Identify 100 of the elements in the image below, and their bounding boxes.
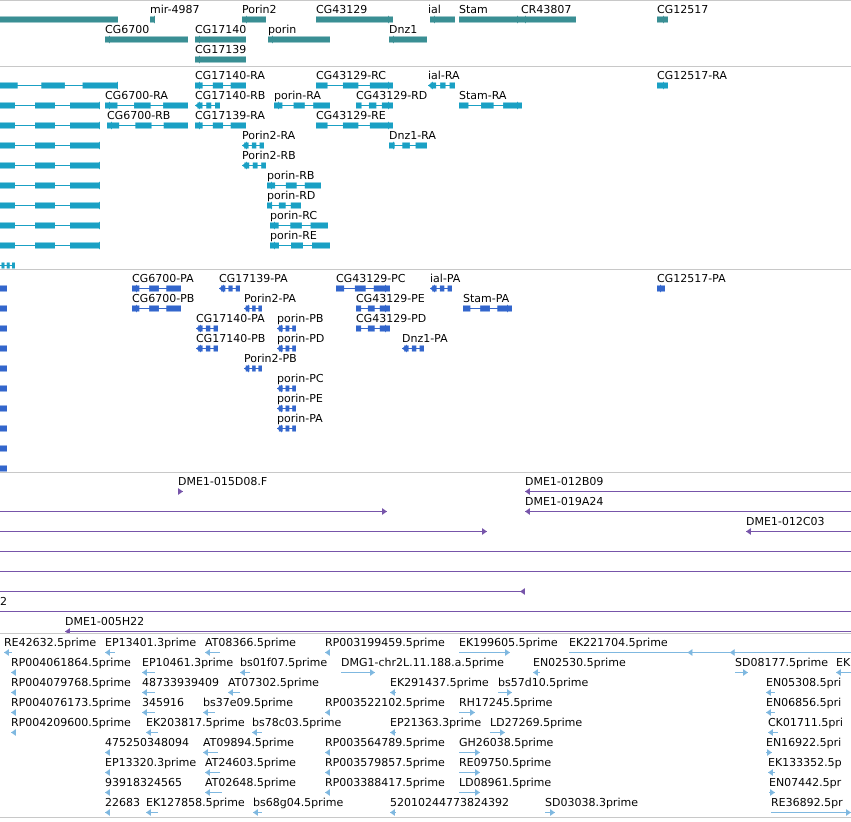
feature-label: CG6700	[105, 23, 150, 36]
feature-label: porin-RC	[270, 209, 318, 222]
feature-label: EN06856.5pri	[766, 696, 842, 709]
feature-label: DME1-012C03	[746, 515, 825, 528]
feature-label: 2	[0, 595, 7, 608]
feature-label: porin-PD	[277, 332, 324, 345]
feature-label: LD08961.5prime	[459, 776, 552, 789]
feature-label: Stam-PA	[463, 292, 510, 305]
feature-label: GH26038.5prime	[459, 736, 554, 749]
feature-label: porin-PB	[277, 312, 324, 325]
feature-label: 48733939409	[142, 676, 219, 689]
feature-label: DME1-005H22	[65, 615, 144, 628]
feature-label: CG17139-PA	[219, 272, 288, 285]
feature-label: Porin2	[242, 3, 277, 16]
feature-label: RE09750.5prime	[459, 756, 552, 769]
feature-label: Dnz1	[389, 23, 418, 36]
feature-label: CG6700-PA	[132, 272, 194, 285]
feature-label: DME1-012B09	[525, 475, 604, 488]
feature-label: EK203817.5prime	[146, 716, 245, 729]
feature-label: RE42632.5prime	[4, 636, 96, 649]
feature-label: Stam-RA	[459, 89, 506, 102]
feature-label: CG17139	[195, 43, 246, 56]
feature-label: CR43807	[521, 3, 572, 16]
feature-label: CG17140	[195, 23, 246, 36]
feature-label: bs57d10.5prime	[498, 676, 588, 689]
feature-label: EN16922.5pri	[766, 736, 842, 749]
feature-label: EP10461.3prime	[142, 656, 234, 669]
feature-label: porin-RE	[270, 229, 317, 242]
feature-label: CG43129-PE	[356, 292, 425, 305]
feature-label: CG43129	[316, 3, 368, 16]
feature-label: EP21363.3prime	[390, 716, 482, 729]
feature-label: porin-RB	[267, 169, 314, 182]
feature-label: EN07442.5pr	[769, 776, 842, 789]
feature-label: CG6700-RB	[107, 109, 170, 122]
feature-label: EK199605.5prime	[459, 636, 558, 649]
feature-label: DME1-015D08.F	[178, 475, 268, 488]
feature-label: CK01711.5pri	[768, 716, 843, 729]
feature-label: ial-RA	[428, 69, 460, 82]
feature-label: CG17140-RA	[195, 69, 265, 82]
feature-label: Dnz1-PA	[402, 332, 448, 345]
feature-label: 345916	[142, 696, 184, 709]
feature-label: EP13401.3prime	[105, 636, 196, 649]
feature-label: EK133352.5p	[768, 756, 842, 769]
feature-label: porin	[268, 23, 296, 36]
feature-label: RP004209600.5prime	[11, 716, 131, 729]
feature-label: RP003579857.5prime	[325, 756, 445, 769]
feature-label: RP003522102.5prime	[325, 696, 445, 709]
feature-label: CG12517-PA	[657, 272, 726, 285]
feature-label: Dnz1-RA	[389, 129, 436, 142]
feature-label: 52010244773824392	[390, 796, 509, 809]
feature-label: EN02530.5prime	[533, 656, 626, 669]
feature-label: EN05308.5pri	[766, 676, 842, 689]
feature-label: AT07302.5prime	[228, 676, 319, 689]
feature-label: CG6700-PB	[132, 292, 194, 305]
feature-label: mir-4987	[150, 3, 200, 16]
feature-label: EK127858.5prime	[146, 796, 245, 809]
feature-label: AT08366.5prime	[205, 636, 296, 649]
feature-label: Stam	[459, 3, 488, 16]
feature-label: CG6700-RA	[105, 89, 168, 102]
feature-label: Porin2-RB	[242, 149, 296, 162]
feature-label: CG17140-RB	[195, 89, 266, 102]
feature-label: RP003388417.5prime	[325, 776, 445, 789]
feature-label: LD27269.5prime	[490, 716, 582, 729]
feature-label: bs78c03.5prime	[252, 716, 342, 729]
feature-label: RP004079768.5prime	[11, 676, 131, 689]
feature-label: bs01f07.5prime	[240, 656, 328, 669]
feature-label: CG12517-RA	[657, 69, 727, 82]
feature-label: DME1-019A24	[525, 495, 604, 508]
feature-label: CG17140-PA	[196, 312, 265, 325]
feature-label: SD08177.5prime	[735, 656, 828, 669]
feature-label: AT09894.5prime	[203, 736, 294, 749]
feature-label: CG43129-PC	[336, 272, 406, 285]
feature-label: porin-PE	[277, 392, 323, 405]
feature-label: porin-RD	[267, 189, 316, 202]
feature-label: Porin2-RA	[242, 129, 296, 142]
feature-label: RP004061864.5prime	[11, 656, 131, 669]
feature-label: RP003199459.5prime	[325, 636, 445, 649]
feature-label: bs37e09.5prime	[203, 696, 294, 709]
feature-label: RP003564789.5prime	[325, 736, 445, 749]
feature-label: 22683	[105, 796, 140, 809]
feature-label: bs68g04.5prime	[253, 796, 344, 809]
feature-label: ial-PA	[430, 272, 460, 285]
feature-label: porin-RA	[274, 89, 321, 102]
feature-label: porin-PA	[277, 412, 323, 425]
feature-label: AT02648.5prime	[205, 776, 296, 789]
feature-label: RE36892.5pr	[771, 796, 843, 809]
feature-label: CG17139-RA	[195, 109, 265, 122]
feature-label: CG43129-RD	[356, 89, 428, 102]
feature-label: CG43129-PD	[356, 312, 426, 325]
feature-label: porin-PC	[277, 372, 324, 385]
feature-label: Porin2-PA	[244, 292, 296, 305]
feature-label: CG12517	[657, 3, 708, 16]
feature-label: CG43129-RC	[316, 69, 386, 82]
feature-label: AT24603.5prime	[205, 756, 296, 769]
feature-label: EK221704.5prime	[569, 636, 668, 649]
feature-label: EK291437.5prime	[390, 676, 489, 689]
feature-label: EK	[836, 656, 850, 669]
feature-label: RH17245.5prime	[459, 696, 552, 709]
feature-label: CG43129-RE	[316, 109, 386, 122]
feature-label: ial	[428, 3, 441, 16]
